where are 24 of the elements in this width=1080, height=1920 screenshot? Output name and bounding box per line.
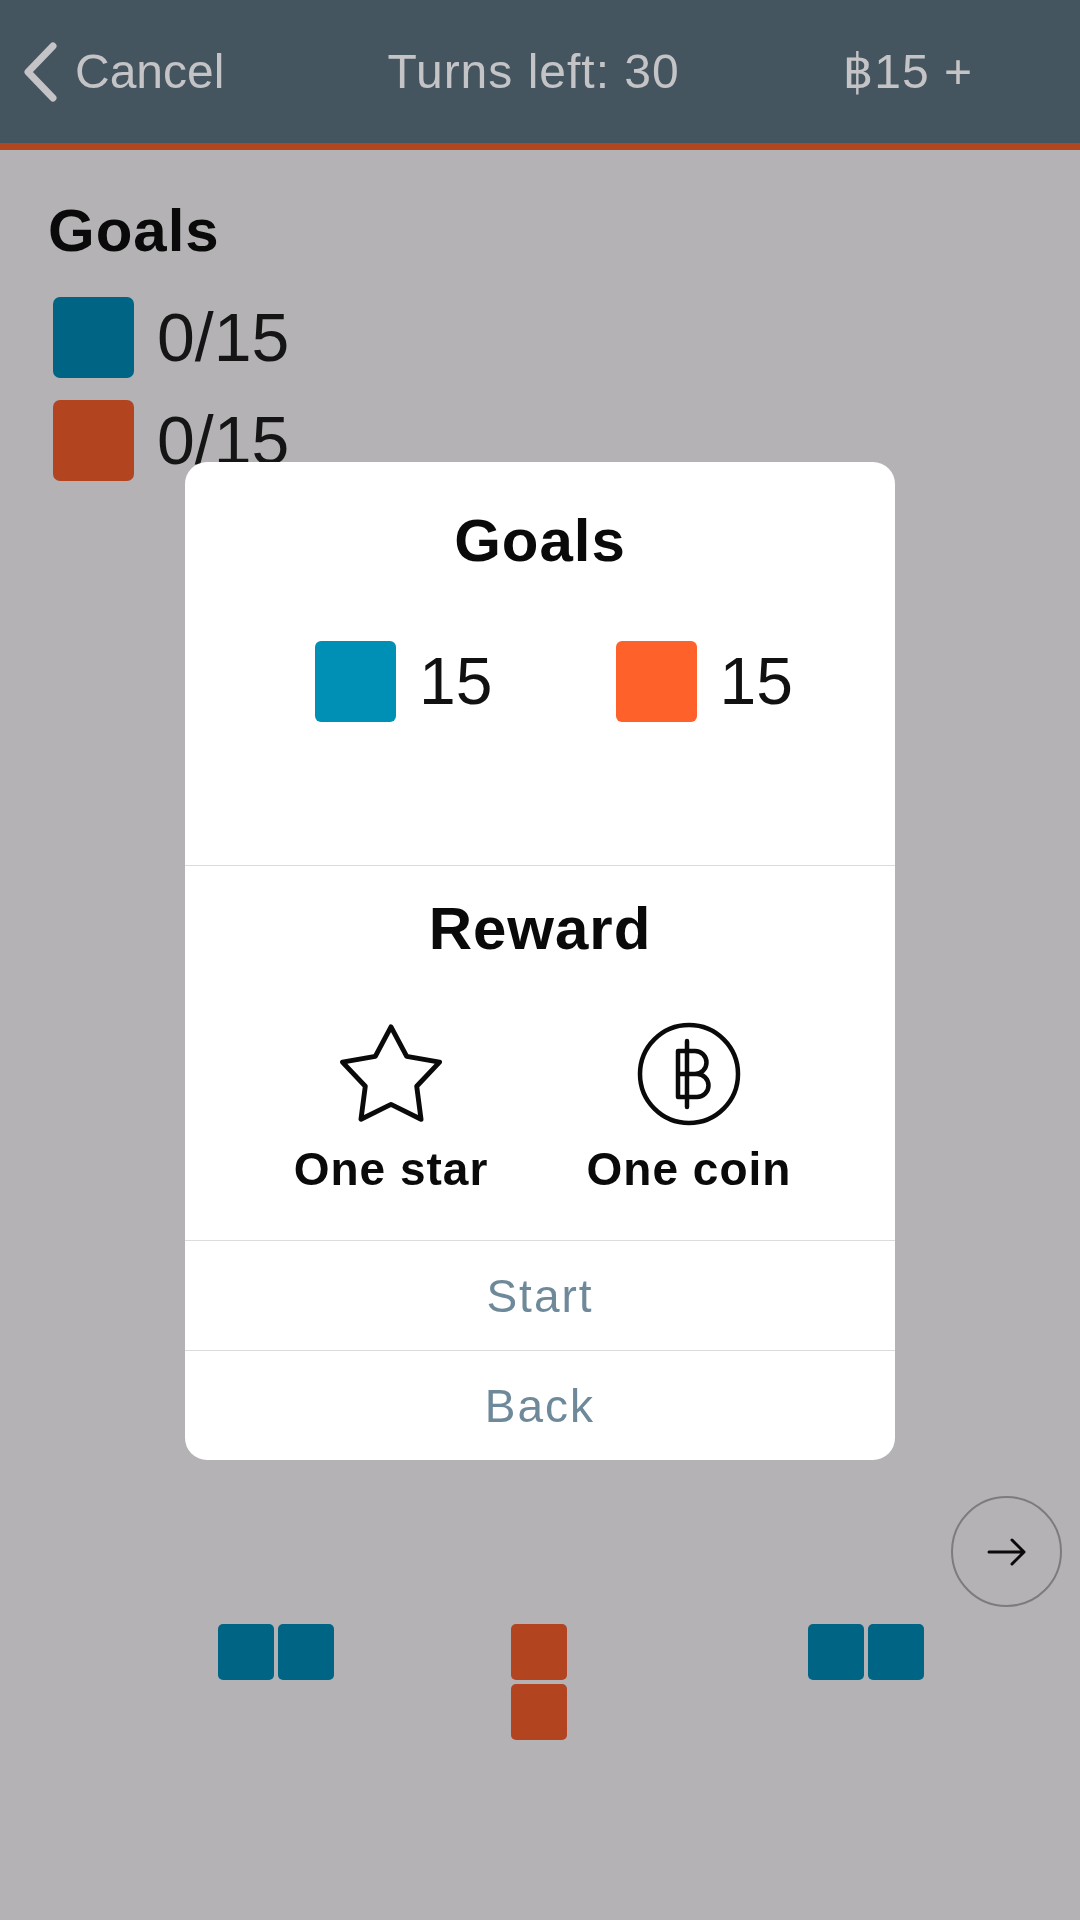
turns-left-label: Turns left: 30 (387, 43, 680, 100)
coin-balance-button[interactable]: ฿15 + (842, 42, 973, 101)
reward-label: One coin (586, 1142, 792, 1197)
cancel-button[interactable]: Cancel (22, 40, 225, 103)
arrow-right-icon (986, 1536, 1027, 1567)
reward-title: Reward (428, 894, 652, 964)
goal-count-label: 15 (719, 643, 793, 720)
dialog-title: Goals (454, 506, 626, 576)
goal-progress-label: 0/15 (157, 298, 290, 377)
block-tile[interactable] (278, 1624, 334, 1680)
goal-count-label: 15 (419, 643, 493, 720)
block-tile[interactable] (868, 1624, 924, 1680)
goal-progress-label: 0/15 (157, 401, 290, 480)
block-tile[interactable] (218, 1624, 274, 1680)
block-tile[interactable] (808, 1624, 864, 1680)
coin-icon (637, 1022, 741, 1126)
back-button[interactable]: Back (185, 1350, 895, 1460)
block-tile[interactable] (511, 1624, 567, 1680)
reward-label: One star (293, 1142, 489, 1197)
next-button[interactable] (951, 1496, 1062, 1607)
block-tile[interactable] (511, 1684, 567, 1740)
chevron-left-icon (22, 40, 58, 103)
goals-heading: Goals (48, 196, 220, 266)
start-button[interactable]: Start (185, 1240, 895, 1350)
